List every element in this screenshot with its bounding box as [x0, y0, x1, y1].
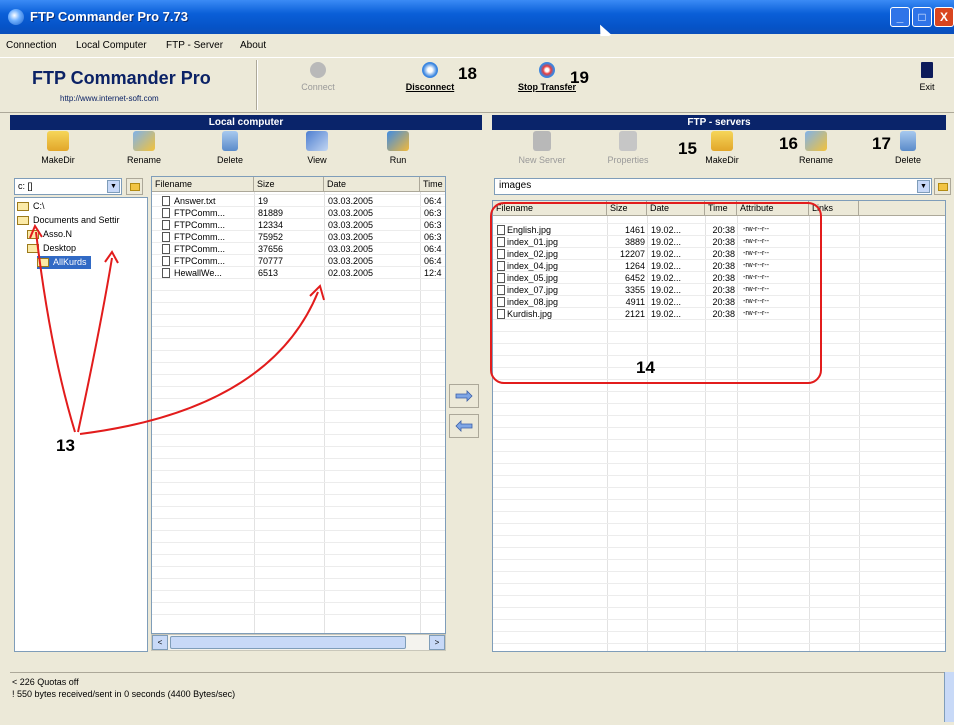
status-line-2: ! 550 bytes received/sent in 0 seconds (… [12, 689, 236, 699]
status-vertical-scrollbar[interactable] [944, 672, 954, 722]
status-line-1: < 226 Quotas off [12, 677, 79, 687]
status-log: < 226 Quotas off ! 550 bytes received/se… [10, 672, 944, 720]
annotation-arrows [29, 223, 325, 435]
callout-13: 13 [56, 436, 75, 455]
app-window: FTP Commander Pro 7.73 _ □ X Connection … [0, 0, 954, 725]
